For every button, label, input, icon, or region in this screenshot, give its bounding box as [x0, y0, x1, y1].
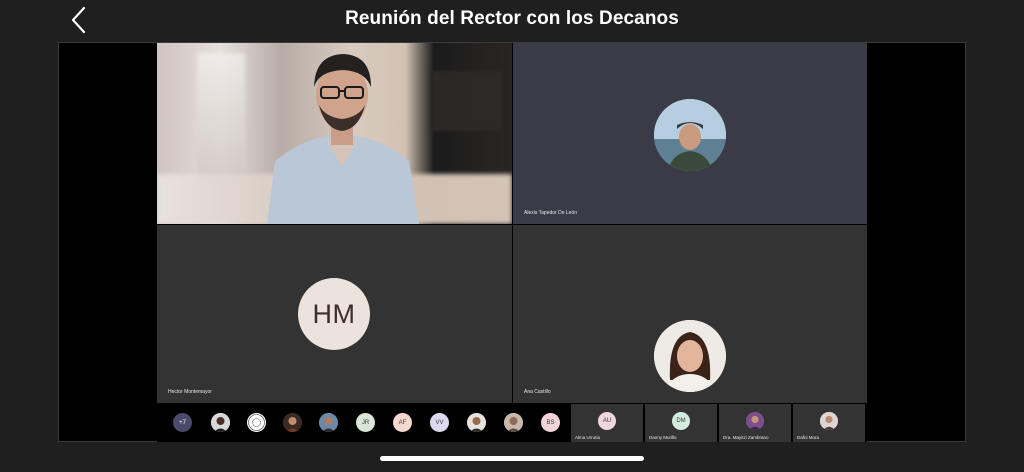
video-grid: Alexis Tapedor De León HM Hector Montema…: [58, 42, 966, 442]
participant-tile-hector[interactable]: HM Hector Montemayor: [157, 225, 512, 403]
person-photo-icon: [654, 99, 726, 171]
participant-video: [267, 54, 419, 224]
avatar[interactable]: [319, 413, 338, 432]
person-photo-icon: [319, 413, 338, 432]
initials-avatar: HM: [298, 278, 370, 350]
avatar: [820, 412, 838, 430]
participant-name: Ana Castillo: [524, 389, 551, 395]
participant-tile-alma[interactable]: AU Alma Urrutia: [571, 404, 643, 442]
initials-avatar[interactable]: VV: [430, 413, 449, 432]
participant-tile-danny[interactable]: DM Danny Murillo: [645, 404, 717, 442]
initials-avatar[interactable]: AF: [393, 413, 412, 432]
person-photo-icon: [654, 320, 726, 392]
overflow-count-badge[interactable]: +7: [173, 413, 192, 432]
participant-photo: [654, 99, 726, 171]
home-indicator[interactable]: [380, 456, 644, 461]
seal-logo-icon: [248, 414, 265, 431]
background-shelf: [432, 71, 502, 131]
person-photo-icon: [820, 412, 838, 430]
participant-photo: [654, 320, 726, 392]
meeting-title: Reunión del Rector con los Decanos: [345, 8, 679, 29]
person-photo-icon: [467, 413, 486, 432]
video-tile-camera[interactable]: [157, 43, 512, 224]
initials-avatar[interactable]: JR: [356, 413, 375, 432]
initials-avatar[interactable]: BS: [541, 413, 560, 432]
initials-avatar: AU: [598, 412, 616, 430]
participant-strip: +7 JR AF VV BS AU Alma Urrutia DM Danny …: [157, 404, 867, 442]
person-photo-icon: [504, 413, 523, 432]
initials-avatar: DM: [672, 412, 690, 430]
participant-tile-dafni[interactable]: Dafni Mora: [793, 404, 865, 442]
avatar[interactable]: [283, 413, 302, 432]
avatar[interactable]: [247, 413, 266, 432]
participant-tile-alexis[interactable]: Alexis Tapedor De León: [513, 43, 867, 224]
avatar[interactable]: [504, 413, 523, 432]
participant-name: Dafni Mora: [797, 435, 820, 440]
top-bar: Reunión del Rector con los Decanos: [0, 0, 1024, 40]
avatar: [746, 412, 764, 430]
person-photo-icon: [746, 412, 764, 430]
participant-name: Danny Murillo: [649, 435, 677, 440]
person-photo-icon: [211, 413, 230, 432]
participant-name: Dra. Mayitzi Zambrano: [723, 435, 769, 440]
participant-name: Alexis Tapedor De León: [524, 210, 577, 216]
avatar[interactable]: [467, 413, 486, 432]
participant-name: Alma Urrutia: [575, 435, 601, 440]
avatar[interactable]: [211, 413, 230, 432]
person-photo-icon: [283, 413, 302, 432]
participant-tile-ana[interactable]: Ana Castillo: [513, 225, 867, 403]
participant-tile-mayitzi[interactable]: Dra. Mayitzi Zambrano: [719, 404, 791, 442]
participant-name: Hector Montemayor: [168, 389, 212, 395]
